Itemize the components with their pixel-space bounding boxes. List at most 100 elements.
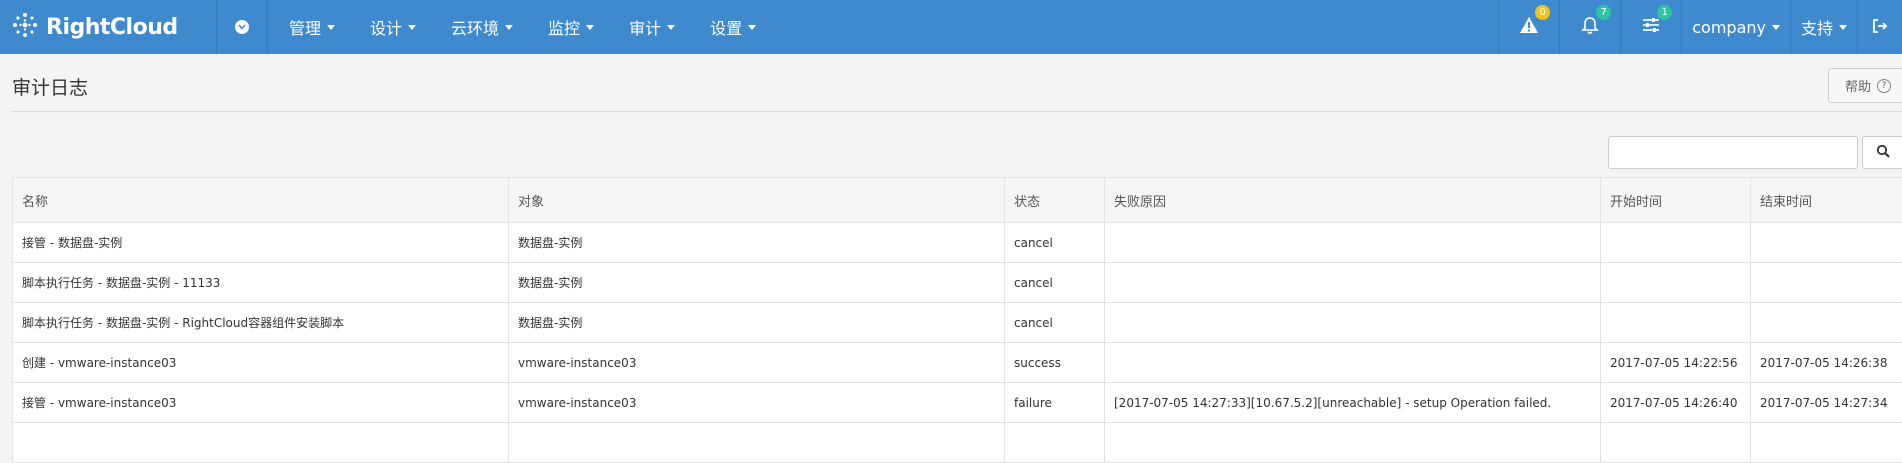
- company-label: company: [1692, 18, 1766, 37]
- alerts-badge: 0: [1535, 5, 1550, 20]
- support-label: 支持: [1801, 15, 1833, 39]
- cell-status: failure: [1005, 383, 1105, 423]
- column-header-start-time[interactable]: 开始时间: [1601, 178, 1751, 223]
- nav-label: 审计: [629, 15, 661, 39]
- table-row[interactable]: 脚本执行任务 - 数据盘-实例 - 11133 数据盘-实例 cancel: [13, 263, 1902, 303]
- cell-end-time: 2017-07-05 14:26:38: [1751, 343, 1902, 383]
- search-input[interactable]: [1608, 136, 1858, 169]
- main-nav: 管理 设计 云环境 监控 审计 设置: [268, 0, 770, 54]
- cell-name: 接管 - vmware-instance03: [13, 383, 509, 423]
- support-menu[interactable]: 支持: [1790, 0, 1857, 54]
- search-button[interactable]: [1862, 136, 1902, 169]
- cell-object: 数据盘-实例: [509, 223, 1005, 263]
- caret-down-icon: [667, 25, 675, 30]
- cell-status: cancel: [1005, 223, 1105, 263]
- column-header-end-time[interactable]: 结束时间: [1751, 178, 1902, 223]
- nav-item-monitor[interactable]: 监控: [527, 0, 608, 54]
- column-header-failure-reason[interactable]: 失败原因: [1105, 178, 1601, 223]
- cell-end-time: [1751, 303, 1902, 343]
- caret-down-icon: [1772, 25, 1780, 30]
- alerts-button[interactable]: 0: [1498, 0, 1559, 54]
- page-title: 审计日志: [12, 73, 88, 100]
- cell-object: vmware-instance03: [509, 343, 1005, 383]
- title-divider: [12, 111, 1902, 112]
- header-right-tools: 0 7 1 company 支持: [1498, 0, 1902, 54]
- caret-down-icon: [505, 25, 513, 30]
- cell-failure-reason: [1105, 303, 1601, 343]
- notifications-badge: 7: [1596, 5, 1611, 20]
- cell-failure-reason: [2017-07-05 14:27:33][10.67.5.2][unreach…: [1105, 383, 1601, 423]
- help-button[interactable]: 帮助 ?: [1828, 68, 1902, 103]
- cell-failure-reason: [1105, 423, 1601, 463]
- cell-failure-reason: [1105, 343, 1601, 383]
- cell-object: vmware-instance03: [509, 383, 1005, 423]
- cell-object: 数据盘-实例: [509, 303, 1005, 343]
- cell-failure-reason: [1105, 223, 1601, 263]
- cell-name: 脚本执行任务 - 数据盘-实例 - 11133: [13, 263, 509, 303]
- brand-logo[interactable]: RightCloud: [0, 0, 217, 54]
- cell-start-time: [1601, 223, 1751, 263]
- nav-item-audit[interactable]: 审计: [608, 0, 689, 54]
- company-menu[interactable]: company: [1681, 0, 1790, 54]
- warning-icon: [1519, 16, 1539, 38]
- notifications-button[interactable]: 7: [1559, 0, 1620, 54]
- cell-end-time: [1751, 423, 1902, 463]
- nav-item-settings[interactable]: 设置: [689, 0, 770, 54]
- cell-object: 数据盘-实例: [509, 263, 1005, 303]
- caret-down-icon: [327, 25, 335, 30]
- cell-start-time: [1601, 423, 1751, 463]
- cell-name: 接管 - 数据盘-实例: [13, 223, 509, 263]
- caret-down-icon: [748, 25, 756, 30]
- top-navbar: RightCloud 管理 设计 云环境 监控 审计 设置 0 7: [0, 0, 1902, 54]
- table-row[interactable]: 接管 - vmware-instance03 vmware-instance03…: [13, 383, 1902, 423]
- tasks-button[interactable]: 1: [1620, 0, 1681, 54]
- cell-end-time: 2017-07-05 14:27:34: [1751, 383, 1902, 423]
- menu-toggle-button[interactable]: [217, 0, 268, 54]
- nav-label: 监控: [548, 15, 580, 39]
- nav-label: 设计: [370, 15, 402, 39]
- column-header-name[interactable]: 名称: [13, 178, 509, 223]
- audit-log-table: 名称 对象 状态 失败原因 开始时间 结束时间 接管 - 数据盘-实例 数据盘-…: [12, 177, 1902, 463]
- sign-out-icon: [1872, 18, 1888, 37]
- table-row[interactable]: 脚本执行任务 - 数据盘-实例 - RightCloud容器组件安装脚本 数据盘…: [13, 303, 1902, 343]
- caret-down-icon: [1839, 25, 1847, 30]
- table-header-row: 名称 对象 状态 失败原因 开始时间 结束时间: [13, 178, 1902, 223]
- nav-item-cloud-env[interactable]: 云环境: [430, 0, 527, 54]
- caret-down-icon: [408, 25, 416, 30]
- cell-failure-reason: [1105, 263, 1601, 303]
- cell-end-time: [1751, 223, 1902, 263]
- cell-end-time: [1751, 263, 1902, 303]
- caret-down-icon: [586, 25, 594, 30]
- nav-item-design[interactable]: 设计: [349, 0, 430, 54]
- nav-label: 管理: [289, 15, 321, 39]
- bell-icon: [1581, 16, 1599, 39]
- cell-object: [509, 423, 1005, 463]
- logout-button[interactable]: [1857, 0, 1902, 54]
- sliders-icon: [1642, 17, 1660, 37]
- table-row[interactable]: 接管 - 数据盘-实例 数据盘-实例 cancel: [13, 223, 1902, 263]
- tasks-badge: 1: [1657, 5, 1672, 20]
- column-header-object[interactable]: 对象: [509, 178, 1005, 223]
- cell-name: [13, 423, 509, 463]
- rightcloud-logo-icon: [12, 12, 38, 42]
- chevron-down-icon: [235, 20, 249, 34]
- table-row[interactable]: 创建 - vmware-instance03 vmware-instance03…: [13, 343, 1902, 383]
- cell-name: 脚本执行任务 - 数据盘-实例 - RightCloud容器组件安装脚本: [13, 303, 509, 343]
- nav-item-manage[interactable]: 管理: [268, 0, 349, 54]
- cell-status: cancel: [1005, 303, 1105, 343]
- nav-label: 云环境: [451, 15, 499, 39]
- cell-start-time: [1601, 263, 1751, 303]
- cell-status: success: [1005, 343, 1105, 383]
- cell-status: cancel: [1005, 263, 1105, 303]
- help-label: 帮助: [1845, 76, 1871, 95]
- cell-status: [1005, 423, 1105, 463]
- table-row[interactable]: [13, 423, 1902, 463]
- cell-start-time: [1601, 303, 1751, 343]
- search-icon: [1876, 143, 1890, 162]
- brand-name: RightCloud: [46, 15, 178, 40]
- question-circle-icon: ?: [1877, 79, 1891, 93]
- cell-start-time: 2017-07-05 14:26:40: [1601, 383, 1751, 423]
- cell-name: 创建 - vmware-instance03: [13, 343, 509, 383]
- column-header-status[interactable]: 状态: [1005, 178, 1105, 223]
- nav-label: 设置: [710, 15, 742, 39]
